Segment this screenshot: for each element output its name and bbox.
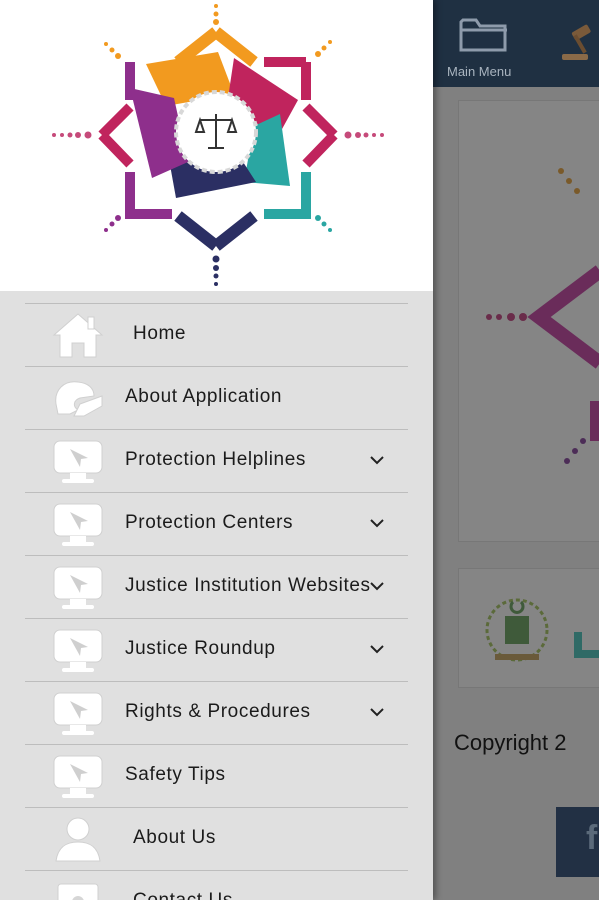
main-menu-label[interactable]: Main Menu: [447, 64, 511, 79]
navigation-drawer: Home About Application Protection Helpli…: [0, 0, 433, 900]
menu-item-protection-helplines[interactable]: Protection Helplines: [25, 429, 408, 492]
chevron-down-icon[interactable]: [369, 704, 385, 720]
menu-item-label: Justice Roundup: [125, 638, 276, 659]
menu-item-label: Protection Helplines: [125, 449, 306, 470]
menu-item-contact-us[interactable]: Contact Us: [25, 870, 408, 900]
chevron-down-icon[interactable]: [369, 578, 385, 594]
folder-icon[interactable]: [458, 14, 510, 54]
info-hands-icon: [55, 381, 103, 417]
menu-item-justice-institution-websites[interactable]: Justice Institution Websites: [25, 555, 408, 618]
monitor-cursor-icon: [53, 503, 103, 546]
facebook-button[interactable]: f: [556, 807, 599, 877]
government-seal-icon: [485, 598, 549, 662]
menu-item-about-application[interactable]: About Application: [25, 366, 408, 429]
chevron-down-icon[interactable]: [369, 641, 385, 657]
background-logo-fragment: [486, 168, 599, 464]
justice-app-logo: [52, 4, 384, 286]
gavel-icon[interactable]: [560, 18, 599, 64]
menu-item-label: Home: [133, 323, 187, 344]
drawer-header: [0, 0, 433, 291]
menu-item-label: Protection Centers: [125, 512, 294, 533]
monitor-cursor-icon: [53, 629, 103, 672]
monitor-cursor-icon: [53, 566, 103, 609]
monitor-cursor-icon: [53, 440, 103, 483]
menu-item-label: Safety Tips: [125, 764, 226, 785]
menu-item-label: Justice Institution Websites: [125, 575, 371, 596]
menu-item-safety-tips[interactable]: Safety Tips: [25, 744, 408, 807]
menu-item-justice-roundup[interactable]: Justice Roundup: [25, 618, 408, 681]
chevron-down-icon[interactable]: [369, 515, 385, 531]
home-icon: [52, 313, 104, 358]
menu-item-home[interactable]: Home: [25, 303, 408, 366]
menu-item-rights-procedures[interactable]: Rights & Procedures: [25, 681, 408, 744]
menu-item-label: About Application: [125, 386, 283, 407]
facebook-icon: f: [586, 819, 598, 857]
menu-item-about-us[interactable]: About Us: [25, 807, 408, 870]
background-logo-card: [458, 100, 599, 542]
menu-item-label: Contact Us: [133, 890, 233, 900]
partner-logo-fragment: [574, 632, 599, 658]
copyright-text: Copyright 2: [454, 730, 567, 755]
menu-item-label: About Us: [133, 827, 216, 848]
monitor-cursor-icon: [53, 755, 103, 798]
menu-item-label: Rights & Procedures: [125, 701, 311, 722]
monitor-cursor-icon: [53, 692, 103, 735]
drawer-menu: Home About Application Protection Helpli…: [0, 303, 433, 900]
chevron-down-icon[interactable]: [369, 452, 385, 468]
menu-item-protection-centers[interactable]: Protection Centers: [25, 492, 408, 555]
contact-card-icon: [57, 883, 99, 900]
person-icon: [55, 817, 101, 862]
